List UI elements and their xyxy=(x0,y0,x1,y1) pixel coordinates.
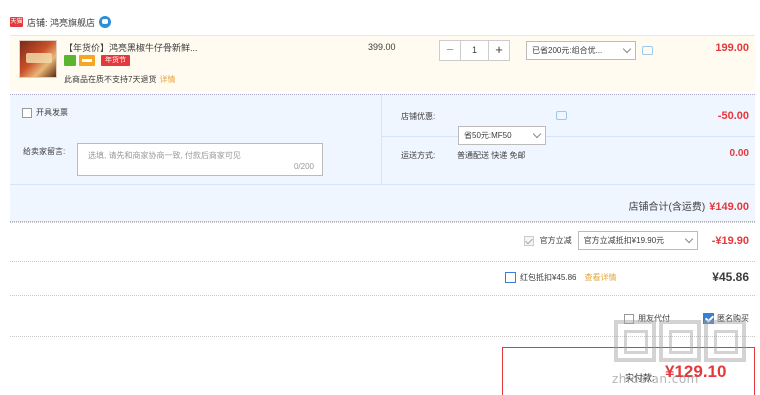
red-packet-details-link[interactable]: 查看详情 xyxy=(584,272,616,283)
remark-label: 给卖家留言: xyxy=(23,147,66,156)
official-discount-row: 官方立减 官方立减抵扣¥19.90元 -¥19.90 xyxy=(523,231,749,250)
message-icon[interactable] xyxy=(642,46,653,55)
invoice-option[interactable]: 开具发票 xyxy=(22,107,68,118)
section-divider xyxy=(10,295,755,296)
return-policy-notice: 此商品在质不支持7天退货 详情 xyxy=(64,74,175,85)
quantity-stepper: − 1 + xyxy=(439,40,510,61)
card-badge-icon xyxy=(79,55,95,66)
shop-discount-select-value: 省50元:MF50 xyxy=(464,131,512,140)
festival-badge: 年货节 xyxy=(101,55,130,66)
watermark-text: zhidefan.com xyxy=(612,372,699,386)
shop-discount-label: 店铺优惠: xyxy=(401,112,436,121)
remark-textarea[interactable]: 选填, 请先和商家协商一致, 付款后商家可见 0/200 xyxy=(77,143,323,176)
official-discount-label: 官方立减 xyxy=(539,236,572,245)
official-discount-checkbox[interactable] xyxy=(523,235,534,246)
quantity-decrease-button[interactable]: − xyxy=(439,40,461,61)
chevron-down-icon xyxy=(684,234,693,244)
red-packet-label: 红包抵扣¥45.86 xyxy=(520,273,577,282)
wangwang-chat-icon[interactable] xyxy=(99,16,112,28)
official-discount-amount: -¥19.90 xyxy=(711,234,749,247)
panel-divider-horizontal xyxy=(382,136,755,137)
invoice-checkbox[interactable] xyxy=(22,107,32,118)
service-badge-icon xyxy=(64,55,76,66)
product-thumbnail[interactable] xyxy=(19,40,57,78)
shipping-price: 0.00 xyxy=(729,148,749,159)
shipping-method: 普通配送 快递 免邮 xyxy=(457,151,526,160)
shop-total-label: 店铺合计(含运费) xyxy=(628,202,706,213)
official-discount-select-value: 官方立减抵扣¥19.90元 xyxy=(583,236,665,245)
tmall-shop-icon: 天猫 xyxy=(10,17,23,27)
shipping-label: 运送方式: xyxy=(401,151,436,160)
red-packet-checkbox[interactable] xyxy=(505,272,516,283)
product-badges: 年货节 xyxy=(64,55,130,66)
official-discount-select[interactable]: 官方立减抵扣¥19.90元 xyxy=(577,231,698,250)
shop-total-amount: ¥149.00 xyxy=(709,201,749,213)
section-divider xyxy=(10,261,755,262)
shop-total: 店铺合计(含运费) ¥149.00 xyxy=(629,198,749,213)
quantity-input[interactable]: 1 xyxy=(461,40,488,61)
watermark-logo xyxy=(614,320,746,362)
section-divider xyxy=(10,222,755,223)
shop-discount-select[interactable]: 省50元:MF50 xyxy=(458,126,546,145)
chevron-down-icon xyxy=(622,44,632,54)
panel-divider xyxy=(381,94,382,184)
watermark-glyph xyxy=(614,320,656,362)
item-promo-select-value: 已省200元:组合优... xyxy=(532,46,603,55)
shop-header: 天猫 店铺: 鸿亮旗舰店 xyxy=(10,14,112,30)
watermark-glyph xyxy=(659,320,701,362)
return-policy-text: 此商品在质不支持7天退货 xyxy=(64,75,157,84)
return-policy-link[interactable]: 详情 xyxy=(159,75,175,84)
remark-counter: 0/200 xyxy=(293,162,314,171)
product-title[interactable]: 【年货价】鸿亮黑椒牛仔骨新鲜... xyxy=(64,41,198,54)
shop-name[interactable]: 店铺: 鸿亮旗舰店 xyxy=(27,16,95,29)
remark-placeholder: 选填, 请先和商家协商一致, 付款后商家可见 xyxy=(88,151,241,160)
invoice-label: 开具发票 xyxy=(36,108,68,117)
quantity-increase-button[interactable]: + xyxy=(488,40,510,61)
red-packet-amount: ¥45.86 xyxy=(712,270,749,284)
message-icon[interactable] xyxy=(556,111,567,120)
unit-price: 399.00 xyxy=(368,42,396,52)
item-subtotal: 199.00 xyxy=(715,42,749,54)
red-packet-row: 红包抵扣¥45.86 查看详情 xyxy=(505,272,616,283)
shop-discount-amount: -50.00 xyxy=(717,110,749,122)
chevron-down-icon xyxy=(532,129,542,139)
watermark-glyph xyxy=(704,320,746,362)
item-promo-select[interactable]: 已省200元:组合优... xyxy=(526,41,636,60)
